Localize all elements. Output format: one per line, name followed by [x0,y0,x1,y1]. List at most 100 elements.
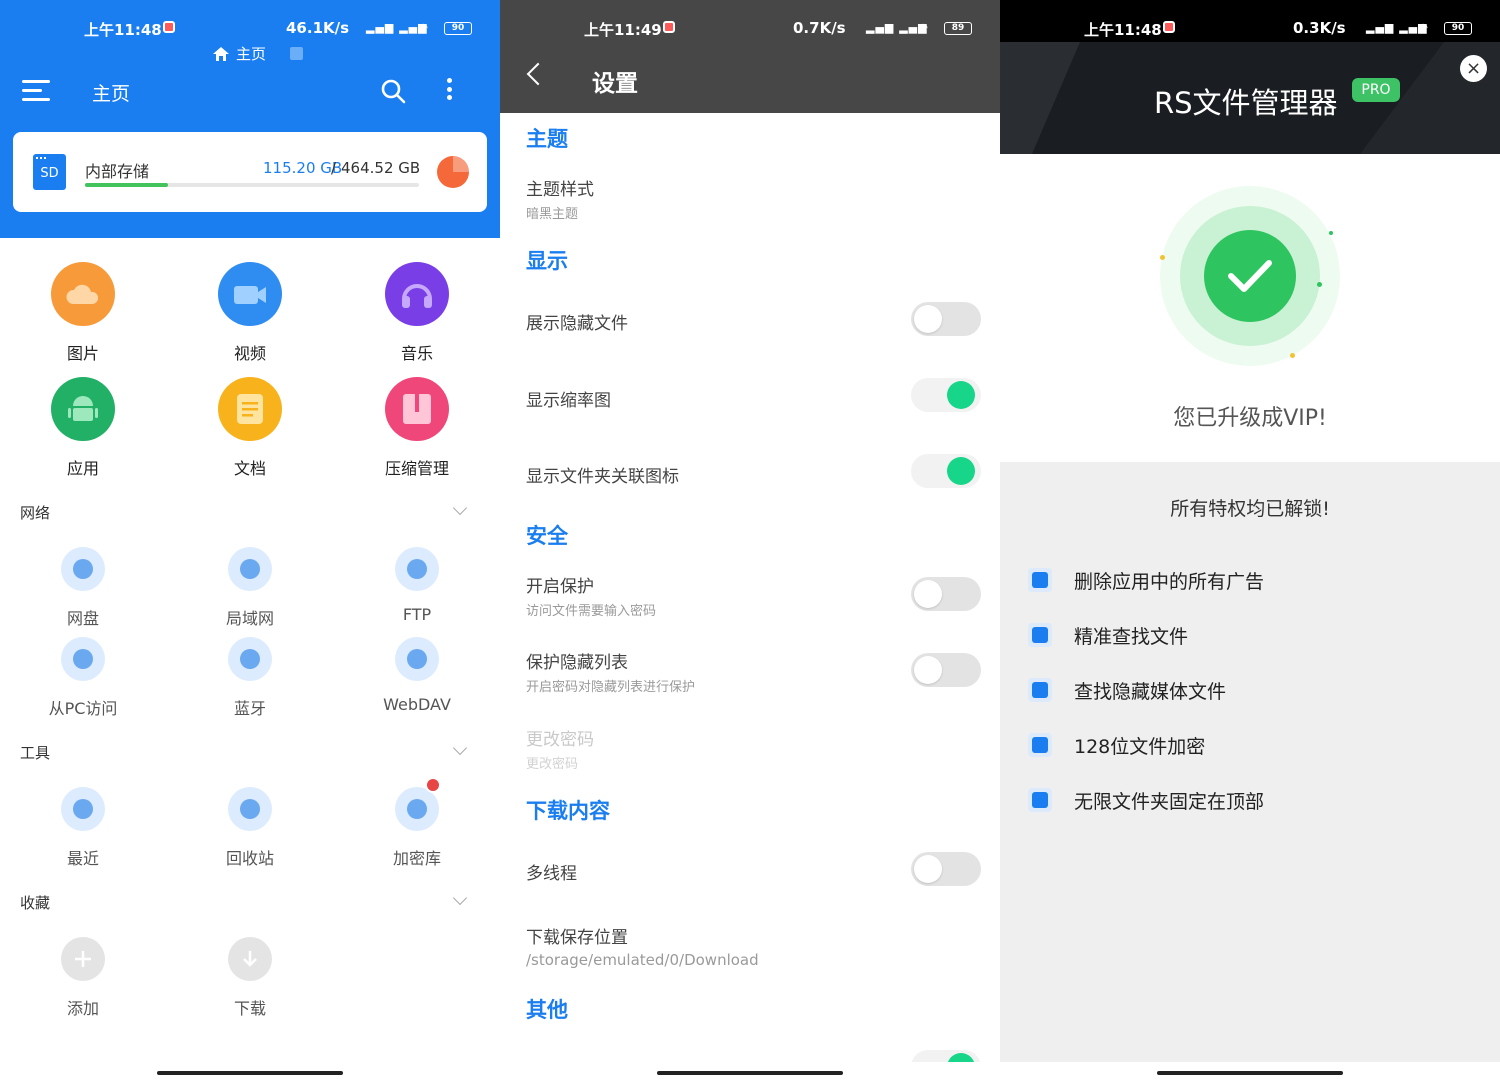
chevron-down-icon[interactable] [452,740,468,756]
home-screen: 上午11:48 46.1K/s ▂▄▆ ▂▄▆ ◠ 90 主页 主页 SD 内部… [0,0,500,1083]
network-item-label: 从PC访问 [48,699,118,718]
setting-save-location[interactable]: 下载保存位置 [526,923,628,948]
section-favorites: 收藏 [20,894,51,912]
sparkle-dot [1160,255,1165,260]
menu-icon[interactable] [22,80,50,102]
toggle-show-thumbnails[interactable] [911,378,981,412]
network-item-lan[interactable]: 局域网 [190,547,310,629]
chevron-down-icon[interactable] [452,500,468,516]
setting-show-hidden[interactable]: 展示隐藏文件 [526,309,628,334]
feature-label: 删除应用中的所有广告 [1074,571,1265,593]
gesture-bar[interactable] [657,1071,843,1075]
status-bar: 上午11:48 0.3K/s ▂▄▆ ▂▄▆ ◠ 90 [1000,0,1500,42]
breadcrumb[interactable]: 主页 [212,43,304,64]
network-item-cloud[interactable]: 网盘 [23,547,143,629]
download-arrow-icon [228,937,272,981]
search-icon[interactable] [380,78,406,104]
pie-chart-icon[interactable] [437,156,469,188]
setting-enable-protect[interactable]: 开启保护 [526,572,594,597]
tool-item-label: 回收站 [225,849,274,868]
setting-protect-hidden-desc: 开启密码对隐藏列表进行保护 [526,680,696,695]
feature-label: 128位文件加密 [1074,736,1206,758]
cloud-photo-icon [51,262,115,326]
hidden-media-icon [1028,678,1052,702]
webdav-icon [395,637,439,681]
archive-icon [385,377,449,441]
home-icon [213,46,229,61]
page-title: 主页 [92,83,131,105]
status-speed: 46.1K/s [286,19,350,37]
recent-icon [61,787,105,831]
toggle-multithread[interactable] [911,852,981,886]
setting-show-thumbnails[interactable]: 显示缩率图 [526,386,611,411]
category-videos[interactable]: 视频 [190,262,310,364]
tool-item-label: 加密库 [392,849,441,868]
wifi-icon: ◠ [419,21,429,34]
network-item-bluetooth[interactable]: 蓝牙 [190,637,310,719]
storage-card[interactable]: SD 内部存储 115.20 GB / 464.52 GB [13,132,487,212]
android-icon [51,377,115,441]
category-label: 文档 [233,459,266,478]
plus-icon [61,937,105,981]
setting-show-folder-icons[interactable]: 显示文件夹关联图标 [526,462,679,487]
setting-enable-protect-desc: 访问文件需要输入密码 [526,604,657,619]
category-documents[interactable]: 文档 [190,377,310,479]
network-item-pc-access[interactable]: 从PC访问 [23,637,143,719]
toggle-show-folder-icons[interactable] [911,454,981,488]
sd-card-icon: SD [33,154,66,190]
gesture-bar[interactable] [1157,1071,1343,1075]
ftp-icon [395,547,439,591]
setting-change-password[interactable]: 更改密码 [526,725,594,750]
vip-message: 您已升级成VIP! [1173,406,1327,431]
cloud-drive-icon [61,547,105,591]
favorite-item-add[interactable]: 添加 [23,937,143,1019]
setting-theme-style-value: 暗黑主题 [526,207,579,222]
feature-label: 无限文件夹固定在顶部 [1074,791,1265,813]
network-item-label: 局域网 [225,609,274,628]
section-other: 其他 [526,998,568,1022]
setting-protect-hidden[interactable]: 保护隐藏列表 [526,648,628,673]
setting-theme-style[interactable]: 主题样式 [526,175,594,200]
section-network: 网络 [20,504,51,522]
toggle-enable-protect[interactable] [911,577,981,611]
header-decoration [1000,42,1080,154]
favorite-item-label: 下载 [233,999,266,1018]
document-icon [218,377,282,441]
toggle-show-hidden[interactable] [911,302,981,336]
record-icon [663,21,675,33]
network-item-label: WebDAV [383,695,451,714]
setting-save-location-path: /storage/emulated/0/Download [526,951,759,969]
toggle-protect-hidden[interactable] [911,653,981,687]
category-label: 压缩管理 [384,459,449,478]
network-item-ftp[interactable]: FTP [357,547,477,624]
record-icon [1163,21,1175,33]
favorite-item-download[interactable]: 下载 [190,937,310,1019]
tool-item-vault[interactable]: 加密库 [357,777,477,869]
storage-progress [85,183,419,187]
search-file-icon [1028,623,1052,647]
chevron-down-icon[interactable] [452,890,468,906]
network-item-webdav[interactable]: WebDAV [357,637,477,714]
category-music[interactable]: 音乐 [357,262,477,364]
settings-screen: 上午11:49 0.7K/s ▂▄▆ ▂▄▆ ◠ 89 设置 主题 主题样式 暗… [500,0,1000,1083]
tool-item-recent[interactable]: 最近 [23,787,143,869]
tool-item-recycle[interactable]: 回收站 [190,787,310,869]
status-time: 上午11:48 [84,21,162,39]
close-button[interactable]: × [1460,55,1487,82]
more-options-icon[interactable] [443,78,455,104]
category-archives[interactable]: 压缩管理 [357,377,477,479]
category-apps[interactable]: 应用 [23,377,143,479]
ad-remove-icon [1028,568,1052,592]
section-display: 显示 [526,249,568,273]
category-images[interactable]: 图片 [23,262,143,364]
setting-multithread[interactable]: 多线程 [526,859,577,884]
headphones-icon [385,262,449,326]
storage-total: 464.52 GB [341,159,421,177]
gesture-bar[interactable] [157,1071,343,1075]
network-item-label: FTP [402,605,432,624]
app-title: RS文件管理器 [1154,86,1338,120]
vault-shield-icon [395,777,441,831]
back-arrow-icon[interactable] [526,62,550,86]
vip-success-area: 您已升级成VIP! [1000,154,1500,462]
battery-icon: 89 [944,22,972,35]
